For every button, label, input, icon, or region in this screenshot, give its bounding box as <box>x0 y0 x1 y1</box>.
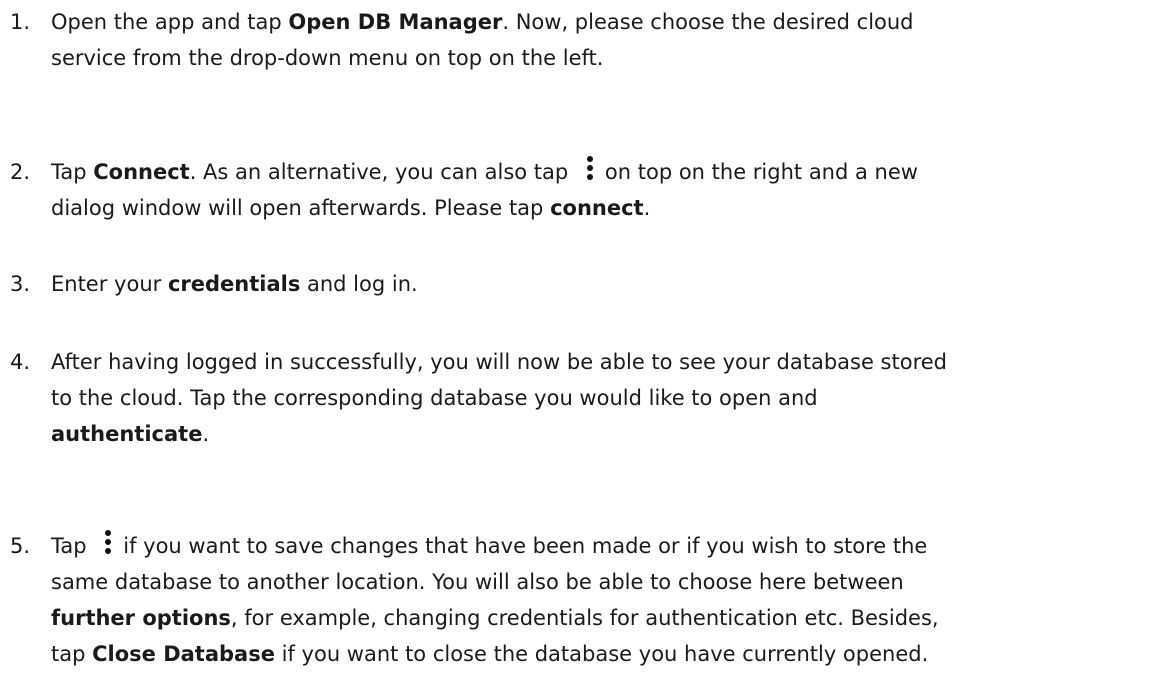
step-2: 2. Tap Connect. As an alternative, you c… <box>10 154 1140 226</box>
ui-term-connect: Connect <box>93 160 190 184</box>
ui-term-open-db-manager: Open DB Manager <box>288 10 503 34</box>
step-number: 3. <box>10 272 31 296</box>
step-5: 5. Tap if you want to save changes that … <box>10 528 1140 672</box>
text-line: Tap Connect. As an alternative, you can … <box>51 154 1140 190</box>
text-line: Tap if you want to save changes that hav… <box>51 528 1140 564</box>
step-number: 5. <box>10 534 31 558</box>
step-1: 1. Open the app and tap Open DB Manager.… <box>10 4 1140 76</box>
step-text: After having logged in successfully, you… <box>51 344 1140 452</box>
ui-term-close-database: Close Database <box>92 642 275 666</box>
text-line: to the cloud. Tap the corresponding data… <box>51 386 818 410</box>
text-line: same database to another location. You w… <box>51 570 904 594</box>
text-line: tap Close Database if you want to close … <box>51 642 929 666</box>
step-text: Enter your credentials and log in. <box>51 266 1140 302</box>
text-line: Enter your credentials and log in. <box>51 272 418 296</box>
more-vertical-icon <box>585 156 595 182</box>
more-vertical-icon <box>103 530 113 556</box>
text-line: After having logged in successfully, you… <box>51 350 948 374</box>
step-text: Open the app and tap Open DB Manager. No… <box>51 4 1140 76</box>
ui-term-connect-lower: connect <box>550 196 644 220</box>
text-line: authenticate. <box>51 422 210 446</box>
step-text: Tap if you want to save changes that hav… <box>51 528 1140 672</box>
ui-term-further-options: further options <box>51 606 231 630</box>
step-3: 3. Enter your credentials and log in. <box>10 266 1140 302</box>
step-4: 4. After having logged in successfully, … <box>10 344 1140 452</box>
ui-term-authenticate: authenticate <box>51 422 203 446</box>
text-line: Open the app and tap Open DB Manager. No… <box>51 10 914 34</box>
step-number: 1. <box>10 10 31 34</box>
ui-term-credentials: credentials <box>167 272 301 296</box>
text-line: service from the drop-down menu on top o… <box>51 46 604 70</box>
instruction-document: 1. Open the app and tap Open DB Manager.… <box>0 0 1164 677</box>
step-text: Tap Connect. As an alternative, you can … <box>51 154 1140 226</box>
text-line: dialog window will open afterwards. Plea… <box>51 196 651 220</box>
step-number: 2. <box>10 160 31 184</box>
step-number: 4. <box>10 350 31 374</box>
text-line: further options, for example, changing c… <box>51 606 939 630</box>
